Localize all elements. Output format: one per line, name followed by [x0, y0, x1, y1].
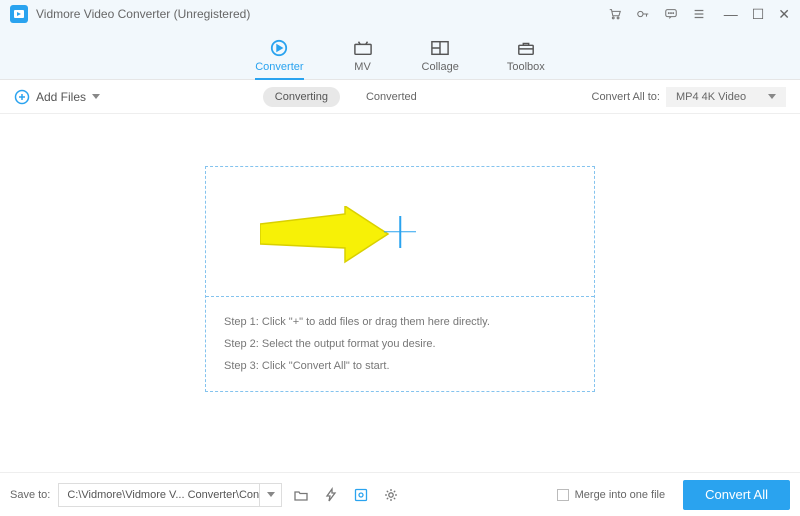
plus-icon [384, 216, 416, 248]
close-button[interactable]: ✕ [778, 7, 790, 21]
tab-converter[interactable]: Converter [255, 39, 303, 79]
window-title: Vidmore Video Converter (Unregistered) [36, 7, 608, 21]
instructions: Step 1: Click "+" to add files or drag t… [206, 297, 594, 391]
main-area: Step 1: Click "+" to add files or drag t… [0, 114, 800, 444]
key-icon[interactable] [636, 7, 650, 21]
hardware-accel-button[interactable] [320, 484, 342, 506]
open-folder-button[interactable] [290, 484, 312, 506]
bottom-bar: Save to: C:\Vidmore\Vidmore V... Convert… [0, 472, 800, 516]
sub-toolbar: Add Files Converting Converted Convert A… [0, 80, 800, 114]
tab-collage-label: Collage [422, 61, 459, 73]
tab-mv-label: MV [354, 61, 371, 73]
cart-icon[interactable] [608, 7, 622, 21]
tab-toolbox[interactable]: Toolbox [507, 39, 545, 79]
convert-all-button[interactable]: Convert All [683, 480, 790, 510]
high-speed-button[interactable] [350, 484, 372, 506]
drop-zone: Step 1: Click "+" to add files or drag t… [205, 166, 595, 392]
step-1-text: Step 1: Click "+" to add files or drag t… [224, 311, 576, 333]
merge-checkbox[interactable]: Merge into one file [557, 489, 666, 501]
add-files-label: Add Files [36, 90, 86, 104]
tab-converter-label: Converter [255, 61, 303, 73]
main-tabs: Converter MV Collage Toolbox [0, 28, 800, 80]
save-path-value: C:\Vidmore\Vidmore V... Converter\Conver… [59, 489, 259, 501]
chevron-down-icon [259, 484, 281, 506]
tab-mv[interactable]: MV [352, 39, 374, 79]
menu-icon[interactable] [692, 7, 706, 21]
maximize-button[interactable]: ☐ [752, 7, 765, 21]
tab-toolbox-label: Toolbox [507, 61, 545, 73]
chevron-down-icon [92, 94, 100, 99]
add-files-button[interactable]: Add Files [14, 89, 100, 105]
tab-converting[interactable]: Converting [263, 87, 340, 107]
convert-all-to-label: Convert All to: [592, 91, 660, 103]
pointer-arrow-annotation [260, 206, 390, 266]
chevron-down-icon [768, 94, 776, 99]
output-format-value: MP4 4K Video [676, 91, 746, 103]
title-bar: Vidmore Video Converter (Unregistered) —… [0, 0, 800, 28]
tab-converted[interactable]: Converted [354, 87, 429, 107]
step-2-text: Step 2: Select the output format you des… [224, 333, 576, 355]
output-format-select[interactable]: MP4 4K Video [666, 87, 786, 107]
settings-button[interactable] [380, 484, 402, 506]
save-to-label: Save to: [10, 489, 50, 501]
checkbox-icon [557, 489, 569, 501]
tab-collage[interactable]: Collage [422, 39, 459, 79]
app-logo [10, 5, 28, 23]
merge-label: Merge into one file [575, 489, 666, 501]
step-3-text: Step 3: Click "Convert All" to start. [224, 355, 576, 377]
minimize-button[interactable]: — [724, 7, 738, 21]
feedback-icon[interactable] [664, 7, 678, 21]
save-path-select[interactable]: C:\Vidmore\Vidmore V... Converter\Conver… [58, 483, 282, 507]
